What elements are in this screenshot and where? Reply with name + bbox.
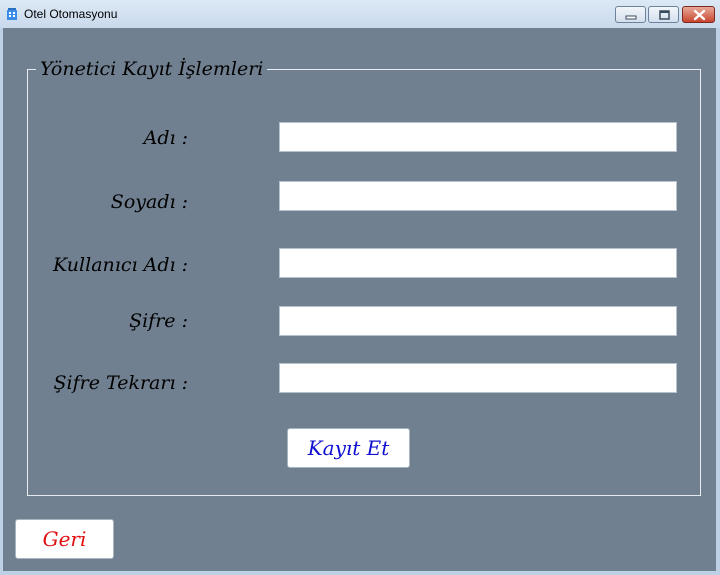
surname-input[interactable]	[279, 181, 677, 211]
maximize-button[interactable]	[648, 6, 679, 23]
register-button[interactable]: Kayıt Et	[287, 428, 410, 468]
back-button[interactable]: Geri	[15, 519, 114, 559]
group-title: Yönetici Kayıt İşlemleri	[36, 56, 268, 82]
title-bar[interactable]: Otel Otomasyonu	[0, 0, 720, 28]
password-input[interactable]	[279, 306, 677, 336]
minimize-icon	[625, 15, 637, 20]
form-client-area: Yönetici Kayıt İşlemleri Adı : Soyadı : …	[3, 28, 716, 571]
username-input[interactable]	[279, 248, 677, 278]
app-window: Otel Otomasyonu Yönetici Kayıt İşlemleri…	[0, 0, 720, 575]
minimize-button[interactable]	[615, 6, 646, 23]
close-icon	[693, 9, 706, 21]
name-input[interactable]	[279, 122, 677, 152]
window-title: Otel Otomasyonu	[24, 7, 118, 21]
surname-label: Soyadı :	[110, 191, 188, 213]
username-label: Kullanıcı Adı :	[53, 254, 188, 276]
password-repeat-input[interactable]	[279, 363, 677, 393]
password-repeat-label: Şifre Tekrarı :	[53, 372, 188, 394]
maximize-icon	[659, 10, 670, 20]
password-label: Şifre :	[129, 310, 188, 332]
name-label: Adı :	[143, 127, 188, 149]
close-button[interactable]	[682, 6, 715, 23]
building-icon	[7, 8, 17, 20]
